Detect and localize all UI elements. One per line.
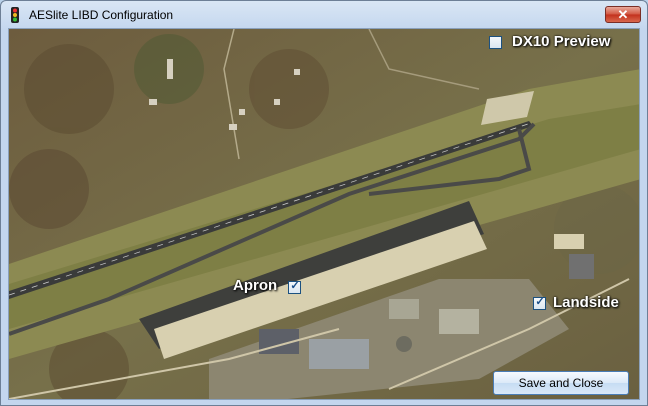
app-window: AESlite LIBD Configuration ✕ DX10 Previe… bbox=[0, 0, 648, 406]
airport-map-panel: DX10 Preview Apron ✓ ✓ Landside Save and… bbox=[8, 28, 640, 400]
landside-checkbox[interactable]: ✓ bbox=[533, 296, 546, 310]
traffic-light-icon bbox=[11, 7, 19, 23]
apron-label[interactable]: Apron bbox=[233, 277, 277, 294]
checkmark-icon: ✓ bbox=[290, 280, 300, 292]
dx10-preview-label[interactable]: DX10 Preview bbox=[512, 33, 610, 50]
apron-checkbox[interactable]: ✓ bbox=[288, 280, 301, 294]
checkmark-icon: ✓ bbox=[535, 296, 545, 308]
close-icon: ✕ bbox=[617, 7, 629, 22]
aerial-airport-image bbox=[9, 29, 639, 399]
close-button[interactable]: ✕ bbox=[605, 6, 641, 23]
window-title: AESlite LIBD Configuration bbox=[29, 8, 174, 22]
save-and-close-button[interactable]: Save and Close bbox=[493, 371, 629, 395]
landside-label[interactable]: Landside bbox=[553, 294, 619, 311]
dx10-preview-checkbox[interactable] bbox=[489, 36, 502, 49]
title-bar[interactable]: AESlite LIBD Configuration ✕ bbox=[1, 1, 647, 29]
